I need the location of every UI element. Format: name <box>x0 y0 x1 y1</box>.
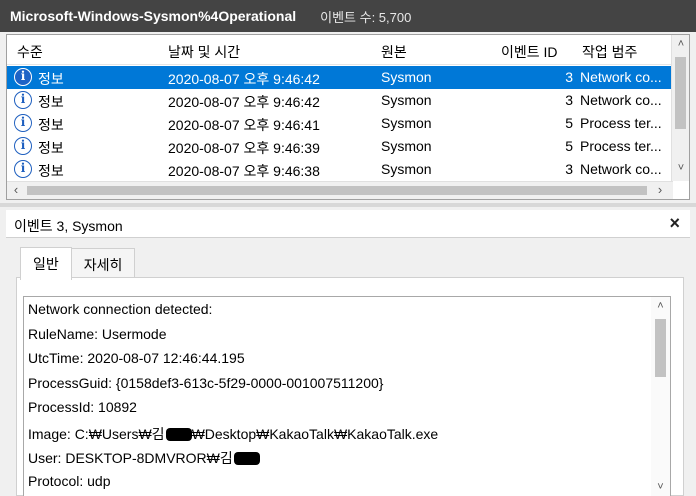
info-icon: i <box>14 160 32 178</box>
description-scroll-thumb[interactable] <box>655 319 666 377</box>
event-row[interactable]: i 정보 2020-08-07 오후 9:46:38 Sysmon 3 Netw… <box>7 158 671 181</box>
log-name: Microsoft-Windows-Sysmon%4Operational <box>10 8 297 24</box>
tab-general-page: Network connection detected: RuleName: U… <box>16 277 684 496</box>
event-row[interactable]: i 정보 2020-08-07 오후 9:46:42 Sysmon 3 Netw… <box>7 89 671 112</box>
column-header-level[interactable]: 수준 <box>17 42 43 62</box>
row-source: Sysmon <box>381 138 432 154</box>
row-source: Sysmon <box>381 92 432 108</box>
description-line: ProcessGuid: {0158def3-613c-5f29-0000-00… <box>28 374 384 391</box>
row-date: 2020-08-07 오후 9:46:38 <box>168 163 320 179</box>
row-source: Sysmon <box>381 161 432 177</box>
row-date: 2020-08-07 오후 9:46:41 <box>168 117 320 133</box>
row-date: 2020-08-07 오후 9:46:42 <box>168 71 320 87</box>
chevron-left-icon[interactable]: ‹ <box>7 182 25 199</box>
row-event-id: 3 <box>565 161 573 177</box>
chevron-right-icon[interactable]: › <box>651 182 669 199</box>
column-header-date[interactable]: 날짜 및 시간 <box>168 42 240 62</box>
tab-details[interactable]: 자세히 <box>70 248 136 278</box>
list-vertical-scrollbar[interactable]: ˄ ˅ <box>671 35 689 181</box>
event-row[interactable]: i 정보 2020-08-07 오후 9:46:41 Sysmon 5 Proc… <box>7 112 671 135</box>
tab-general[interactable]: 일반 <box>20 247 72 280</box>
detail-tabs: 일반 자세히 <box>20 247 136 280</box>
event-detail-pane: 일반 자세히 Network connection detected: Rule… <box>6 238 690 496</box>
description-line: UtcTime: 2020-08-07 12:46:44.195 <box>28 350 245 366</box>
chevron-down-icon[interactable]: ˅ <box>651 478 670 496</box>
row-level: 정보 <box>38 71 64 87</box>
row-date: 2020-08-07 오후 9:46:42 <box>168 94 320 110</box>
description-line-user: User: DESKTOP-8DMVROR₩김 <box>24 444 670 469</box>
row-category: Network co... <box>580 69 662 85</box>
row-level: 정보 <box>38 140 64 156</box>
image-path-end: ₩Desktop₩KakaoTalk₩KakaoTalk.exe <box>191 425 439 442</box>
event-count: 이벤트 수: 5,700 <box>320 9 412 25</box>
row-source: Sysmon <box>381 115 432 131</box>
row-category: Network co... <box>580 161 662 177</box>
event-description-textbox[interactable]: Network connection detected: RuleName: U… <box>23 296 671 496</box>
info-icon: i <box>14 91 32 109</box>
info-icon: i <box>14 137 32 155</box>
image-path-start: Image: C:₩Users₩김 <box>28 425 165 442</box>
chevron-down-icon[interactable]: ˅ <box>672 159 689 177</box>
row-event-id: 5 <box>565 115 573 131</box>
list-scroll-thumb[interactable] <box>675 57 686 129</box>
row-level: 정보 <box>38 94 64 110</box>
event-list[interactable]: 수준 날짜 및 시간 원본 이벤트 ID 작업 범주 i 정보 2020-08-… <box>6 34 690 200</box>
row-category: Process ter... <box>580 115 662 131</box>
event-rows: i 정보 2020-08-07 오후 9:46:42 Sysmon 3 Netw… <box>7 66 671 181</box>
event-row[interactable]: i 정보 2020-08-07 오후 9:46:39 Sysmon 5 Proc… <box>7 135 671 158</box>
event-detail-header: 이벤트 3, Sysmon × <box>6 210 690 238</box>
redaction-mark <box>165 427 192 441</box>
list-horizontal-scrollbar[interactable]: ‹ › <box>7 181 673 199</box>
chevron-up-icon[interactable]: ˄ <box>651 297 670 315</box>
list-hscroll-thumb[interactable] <box>27 186 647 195</box>
description-line: Network connection detected: <box>28 301 213 317</box>
chevron-up-icon[interactable]: ˄ <box>672 35 689 53</box>
info-icon: i <box>14 114 32 132</box>
user-name-start: User: DESKTOP-8DMVROR₩김 <box>28 450 233 466</box>
row-event-id: 3 <box>565 92 573 108</box>
list-header: 수준 날짜 및 시간 원본 이벤트 ID 작업 범주 <box>7 35 671 65</box>
pane-splitter[interactable] <box>0 203 696 207</box>
event-detail-title: 이벤트 3, Sysmon <box>14 218 123 234</box>
row-category: Network co... <box>580 92 662 108</box>
redaction-mark <box>233 452 260 465</box>
column-header-category[interactable]: 작업 범주 <box>582 42 637 62</box>
row-event-id: 5 <box>565 138 573 154</box>
row-level: 정보 <box>38 117 64 133</box>
description-line: RuleName: Usermode <box>28 325 167 342</box>
row-event-id: 3 <box>565 69 573 85</box>
log-title-bar: Microsoft-Windows-Sysmon%4Operational 이벤… <box>0 0 696 32</box>
row-level: 정보 <box>38 163 64 179</box>
description-vertical-scrollbar[interactable]: ˄ ˅ <box>651 297 670 496</box>
event-row[interactable]: i 정보 2020-08-07 오후 9:46:42 Sysmon 3 Netw… <box>7 66 671 89</box>
row-date: 2020-08-07 오후 9:46:39 <box>168 140 320 156</box>
info-icon: i <box>14 68 32 86</box>
row-category: Process ter... <box>580 138 662 154</box>
row-source: Sysmon <box>381 69 432 85</box>
description-line-image: Image: C:₩Users₩김 ₩Desktop₩KakaoTalk₩Kaka… <box>24 420 670 445</box>
column-header-event-id[interactable]: 이벤트 ID <box>501 42 558 62</box>
description-line: Protocol: udp <box>28 472 111 489</box>
column-header-source[interactable]: 원본 <box>381 42 407 62</box>
close-icon[interactable]: × <box>669 213 680 234</box>
description-line: ProcessId: 10892 <box>28 399 137 415</box>
